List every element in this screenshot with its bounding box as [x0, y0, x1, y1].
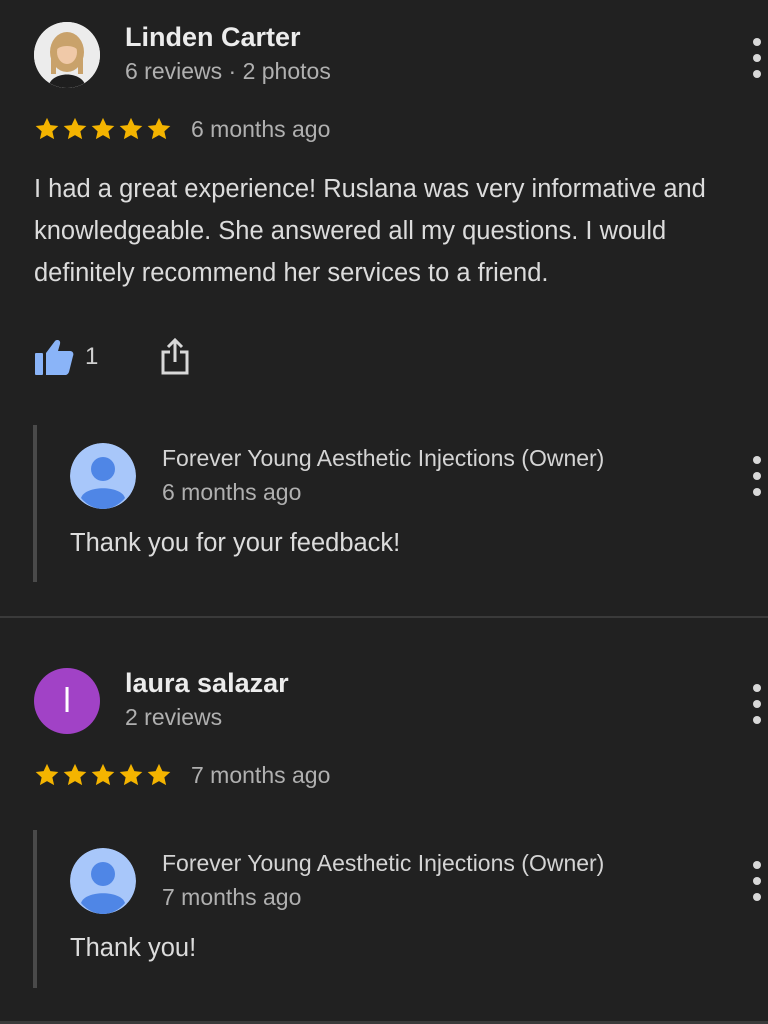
owner-name[interactable]: Forever Young Aesthetic Injections (Owne…	[162, 850, 604, 877]
reviewer-name[interactable]: laura salazar	[125, 668, 289, 699]
star-rating	[33, 115, 173, 143]
star-icon	[119, 763, 143, 786]
star-icon	[35, 117, 59, 140]
star-icon	[119, 117, 143, 140]
reply-time: 7 months ago	[162, 884, 302, 910]
rating-row: 7 months ago	[33, 759, 330, 791]
reviewer-avatar[interactable]	[34, 22, 100, 88]
more-options-icon[interactable]	[750, 456, 764, 496]
default-person-icon	[70, 443, 136, 509]
star-icon	[35, 763, 59, 786]
review-time: 7 months ago	[191, 761, 331, 788]
default-person-icon	[70, 848, 136, 914]
reply-text: Thank you for your feedback!	[70, 529, 401, 557]
share-icon[interactable]	[160, 338, 190, 376]
star-icon	[147, 763, 171, 786]
owner-reply: Forever Young Aesthetic Injections (Owne…	[33, 830, 768, 988]
more-options-icon[interactable]	[750, 684, 764, 724]
review-time: 6 months ago	[191, 115, 331, 142]
reviewer-avatar[interactable]: l	[34, 668, 100, 734]
star-icon	[63, 763, 87, 786]
reply-time: 6 months ago	[162, 479, 302, 505]
star-icon	[91, 117, 115, 140]
owner-name[interactable]: Forever Young Aesthetic Injections (Owne…	[162, 445, 604, 472]
review-actions: 1	[33, 336, 190, 378]
more-options-icon[interactable]	[750, 861, 764, 901]
reply-text: Thank you!	[70, 934, 197, 962]
reviewer-name[interactable]: Linden Carter	[125, 22, 301, 53]
review-card: Linden Carter 6 reviews · 2 photos 6 mon…	[0, 0, 768, 616]
star-icon	[91, 763, 115, 786]
star-rating	[33, 761, 173, 789]
more-options-icon[interactable]	[750, 38, 764, 78]
reviewer-meta: 2 reviews	[125, 704, 223, 730]
star-icon	[63, 117, 87, 140]
star-icon	[147, 117, 171, 140]
owner-reply: Forever Young Aesthetic Injections (Owne…	[33, 425, 768, 582]
thumbs-up-icon[interactable]	[33, 337, 75, 377]
owner-avatar[interactable]	[70, 443, 136, 509]
reviewer-meta: 6 reviews · 2 photos	[125, 58, 331, 84]
reply-indent-bar	[33, 425, 37, 582]
reply-indent-bar	[33, 830, 37, 988]
reviewer-photo-icon	[34, 22, 100, 88]
like-count: 1	[85, 343, 99, 370]
review-text: I had a great experience! Ruslana was ve…	[34, 175, 706, 287]
review-card: l laura salazar 2 reviews 7 months ago F…	[0, 618, 768, 1022]
owner-avatar[interactable]	[70, 848, 136, 914]
rating-row: 6 months ago	[33, 113, 330, 145]
